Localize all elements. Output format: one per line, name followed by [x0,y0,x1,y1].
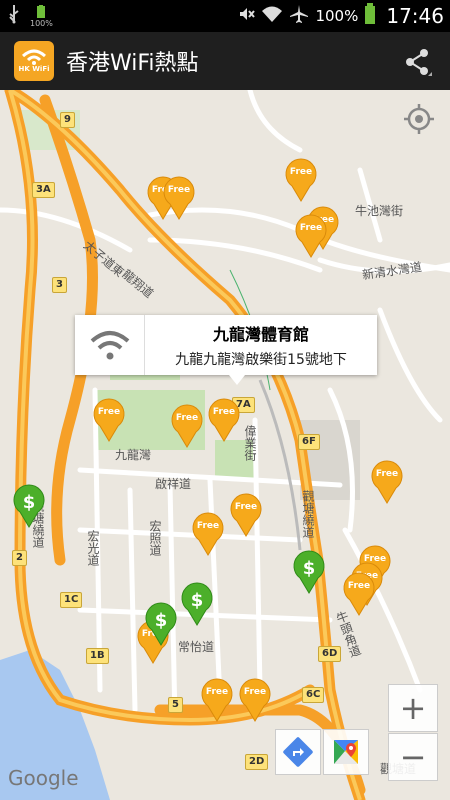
svg-text:$: $ [23,492,36,513]
route-shield: 2D [245,754,269,770]
battery-icon [364,3,376,29]
wifi-pin[interactable]: Free [229,493,263,537]
road-label: 偉業街 [243,425,257,461]
zoom-in-label: + [399,689,427,727]
zoom-in-button[interactable]: + [388,684,438,732]
wifi-pin[interactable]: Free [294,214,328,258]
pin-label: Free [175,413,199,423]
road-label: 牛池灣街 [355,204,404,218]
road-label: 啟祥道 [155,477,192,491]
route-shield: 6D [318,646,342,662]
action-bar: HK WiFi 香港WiFi熱點 [0,32,450,90]
wifi-icon [261,5,283,27]
svg-text:$: $ [191,590,204,611]
svg-text:$: $ [303,558,316,579]
map-view[interactable]: 牛池灣街 新清水灣道 太子道東 龍翔道 九龍灣 啟祥道 偉業街 觀塘繞道 宏光道… [0,90,450,800]
route-shield: 2 [12,550,27,566]
venue-name: 九龍灣體育館 [212,325,309,344]
google-maps-button[interactable] [323,729,369,775]
pin-label: Free [97,407,121,417]
pin-label: Free [243,687,267,697]
pin-label: Free [299,223,323,233]
wifi-pin[interactable]: Free [238,678,272,722]
dollar-pin-icon[interactable]: $ [292,550,326,594]
google-attribution: Google [8,766,79,790]
road-label: 宏照道 [148,520,162,556]
road-label: 宏光道 [86,530,100,566]
route-shield: 1C [60,592,83,608]
status-bar: 100% 100% 17:46 [0,0,450,32]
logo-text: HK WiFi [18,65,50,73]
pin-label: Free [205,687,229,697]
directions-icon [283,737,313,767]
venue-address: 九龍九龍灣啟樂街15號地下 [175,352,347,368]
road-label: 常怡道 [178,640,215,654]
pin-label: Free [196,521,220,531]
road-label: 觀塘繞道 [301,490,315,538]
wifi-pin[interactable]: Free [284,158,318,202]
app-logo[interactable]: HK WiFi [14,41,54,81]
airplane-icon [289,4,309,28]
share-icon [406,49,432,76]
directions-button[interactable] [275,729,321,775]
wifi-icon [75,315,145,375]
wifi-pin[interactable]: Free [92,398,126,442]
dollar-pin-icon[interactable]: $ [180,582,214,626]
small-battery-text: 100% [30,18,53,28]
battery-percent: 100% [315,7,359,25]
pin-label: Free [289,167,313,177]
share-button[interactable] [402,46,434,78]
wifi-pin[interactable]: Free [191,512,225,556]
clock: 17:46 [386,4,444,28]
small-battery-icon: 100% [30,4,53,28]
route-shield: 5 [168,697,183,713]
app-screen: 100% 100% 17:46 HK WiFi 香港WiFi熱點 牛池灣街 新清… [0,0,450,800]
wifi-pin[interactable]: Free [207,398,241,442]
pin-label: Free [347,581,371,591]
dollar-pin-icon[interactable]: $ [144,602,178,646]
road-label: 九龍灣 [115,448,152,462]
pin-label: Free [375,469,399,479]
my-location-button[interactable] [402,102,436,136]
zoom-out-button[interactable]: − [388,733,438,781]
route-shield: 3 [52,277,67,293]
pin-label: Free [212,407,236,417]
wifi-pin[interactable]: Free [370,460,404,504]
route-shield: 6F [298,434,320,450]
svg-text:$: $ [155,610,168,631]
route-shield: 1B [86,648,109,664]
google-maps-icon [334,740,358,764]
route-shield: 9 [60,112,75,128]
route-shield: 3A [32,182,55,198]
route-shield: 6C [302,687,325,703]
wifi-pin[interactable]: Free [162,176,196,220]
usb-icon [6,4,22,28]
dollar-pin-icon[interactable]: $ [12,484,46,528]
crosshair-icon [404,104,434,134]
zoom-out-label: − [399,738,427,776]
app-title: 香港WiFi熱點 [66,51,199,76]
mute-icon [237,5,256,27]
info-window[interactable]: 九龍灣體育館 九龍九龍灣啟樂街15號地下 [75,315,377,385]
logo-wifi-icon [21,49,47,65]
pin-label: Free [234,502,258,512]
pin-label: Free [167,185,191,195]
wifi-pin[interactable]: Free [200,678,234,722]
wifi-pin[interactable]: Free [342,572,376,616]
wifi-pin[interactable]: Free [170,404,204,448]
